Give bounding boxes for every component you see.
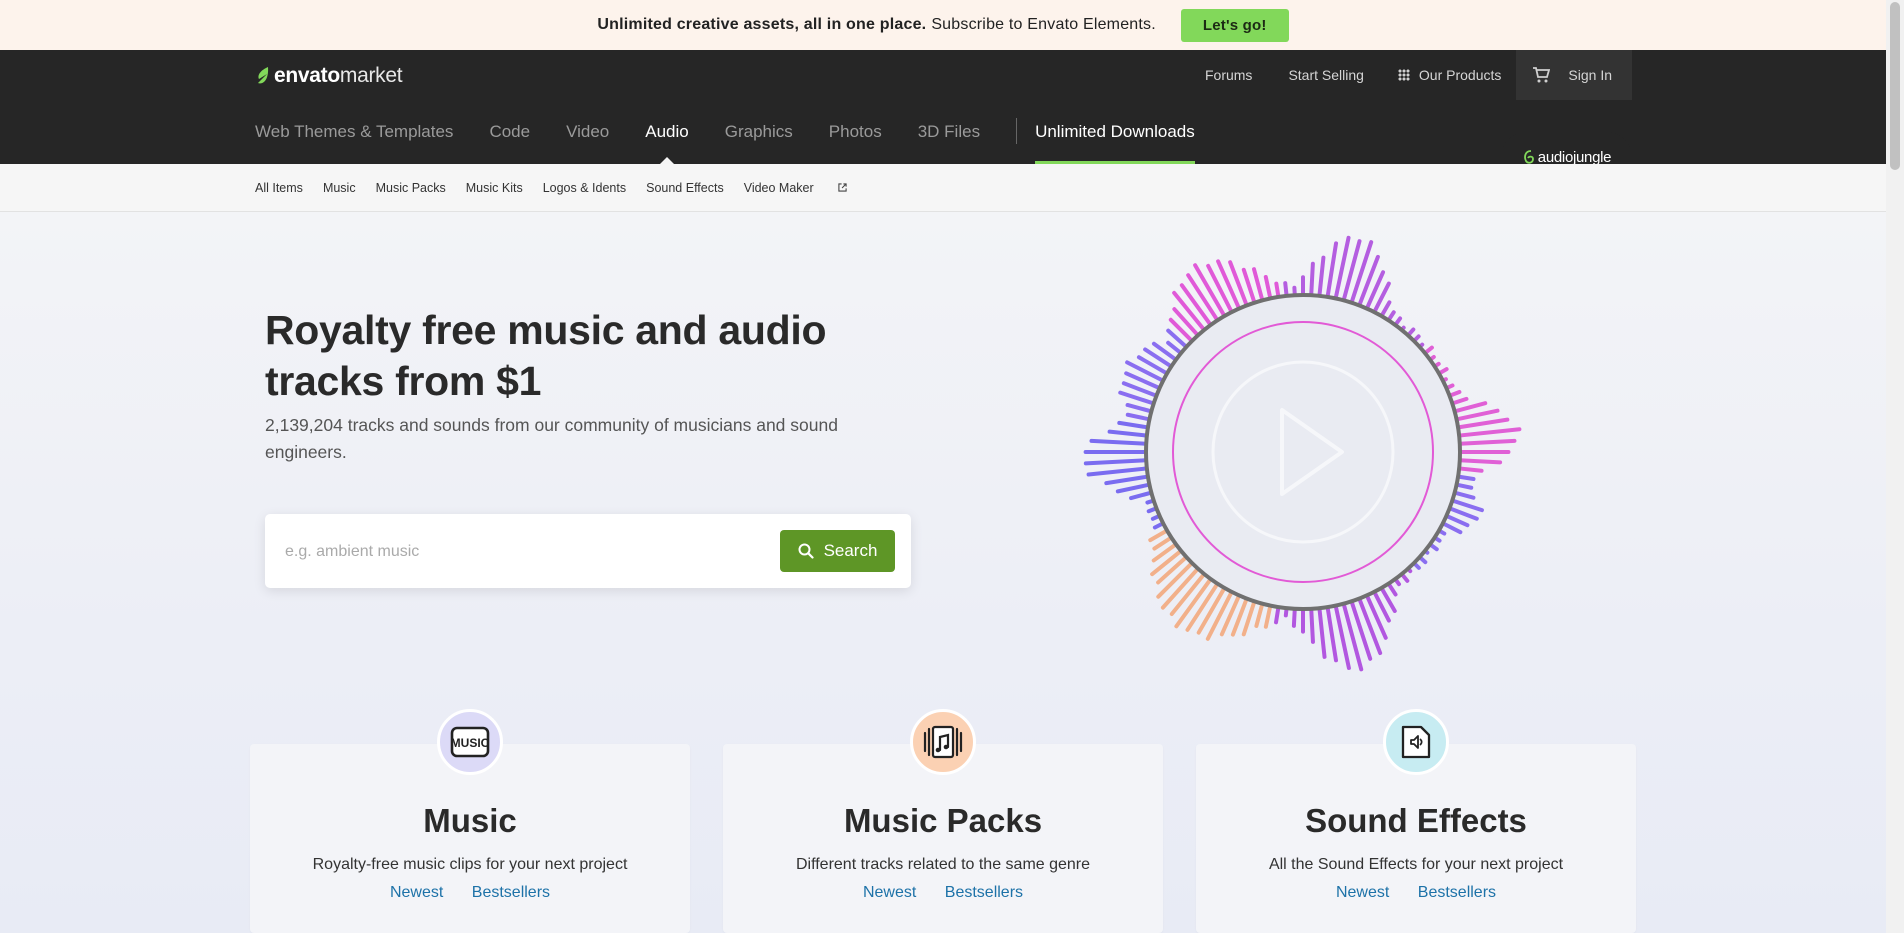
sign-in-label: Sign In <box>1568 67 1612 83</box>
category-video[interactable]: Video <box>566 122 609 164</box>
sound-effects-bestsellers-link[interactable]: Bestsellers <box>1418 884 1496 901</box>
sub-nav: All Items Music Music Packs Music Kits L… <box>0 164 1886 212</box>
promo-banner: Unlimited creative assets, all in one pl… <box>0 0 1886 50</box>
music-newest-link[interactable]: Newest <box>390 884 443 901</box>
sound-effects-newest-link[interactable]: Newest <box>1336 884 1389 901</box>
audiojungle-label: audiojungle <box>1537 148 1612 166</box>
subnav-music[interactable]: Music <box>323 181 356 195</box>
music-card-title: Music <box>423 802 517 839</box>
music-packs-card[interactable]: Music Packs Different tracks related to … <box>723 709 1163 933</box>
promo-bold-text: Unlimited creative assets, all in one pl… <box>597 16 927 33</box>
hero-title: Royalty free music and audio tracks from… <box>265 307 827 404</box>
category-photos[interactable]: Photos <box>829 122 882 164</box>
hero-subtitle: 2,139,204 tracks and sounds from our com… <box>265 415 838 462</box>
logo-envato: envato <box>274 64 340 87</box>
grid-icon <box>1397 69 1410 81</box>
music-bestsellers-link[interactable]: Bestsellers <box>472 884 550 901</box>
top-nav: Forums Start Selling Our Products Sign I… <box>1169 50 1632 100</box>
category-code[interactable]: Code <box>489 122 530 164</box>
svg-text:MUSIC: MUSIC <box>451 736 490 750</box>
sign-in-button[interactable]: Sign In <box>1516 50 1632 100</box>
search-button-label: Search <box>823 541 878 560</box>
scrollbar-thumb[interactable] <box>1890 2 1900 170</box>
subnav-music-kits[interactable]: Music Kits <box>466 181 523 195</box>
waveform-bar <box>1450 427 1522 439</box>
subnav-video-maker[interactable]: Video Maker <box>744 181 847 195</box>
music-card-desc: Royalty-free music clips for your next p… <box>312 856 628 873</box>
music-packs-bestsellers-link[interactable]: Bestsellers <box>945 884 1023 901</box>
video-maker-label: Video Maker <box>743 180 814 195</box>
search-icon <box>798 543 814 559</box>
music-card[interactable]: MUSIC Music Royalty-free music clips for… <box>250 709 690 933</box>
sound-effects-card[interactable]: Sound Effects All the Sound Effects for … <box>1196 709 1636 933</box>
music-pack-icon <box>910 709 976 775</box>
subnav-logos-idents[interactable]: Logos & Idents <box>543 181 626 195</box>
promo-cta-button[interactable]: Let's go! <box>1180 8 1289 42</box>
category-nav: Web Themes & Templates Code Video Audio … <box>255 118 1231 164</box>
sound-effects-card-title: Sound Effects <box>1305 802 1527 839</box>
category-web-themes[interactable]: Web Themes & Templates <box>255 122 453 164</box>
promo-text: Subscribe to Envato Elements. <box>931 16 1156 33</box>
audiojungle-logo-icon <box>1523 150 1534 164</box>
envato-leaf-icon <box>258 67 269 84</box>
waveform-bar <box>1450 438 1517 447</box>
search-button[interactable]: Search <box>780 530 895 572</box>
waveform-bar <box>1089 438 1156 447</box>
music-packs-card-desc: Different tracks related to the same gen… <box>795 856 1091 873</box>
search-input[interactable] <box>283 536 757 568</box>
waveform-bar <box>1083 457 1156 466</box>
cart-icon <box>1533 67 1551 83</box>
unlimited-downloads-link[interactable]: Unlimited Downloads <box>1035 122 1195 164</box>
logo-market: market <box>339 64 403 87</box>
category-audio[interactable]: Audio <box>645 122 688 164</box>
subnav-all-items[interactable]: All Items <box>255 181 303 195</box>
music-packs-newest-link[interactable]: Newest <box>863 884 916 901</box>
category-graphics[interactable]: Graphics <box>725 122 793 164</box>
envato-market-logo[interactable]: envato market <box>255 64 403 88</box>
our-products-label: Our Products <box>1418 67 1502 83</box>
music-packs-card-title: Music Packs <box>843 802 1043 839</box>
external-link-icon <box>838 182 847 192</box>
subnav-sound-effects[interactable]: Sound Effects <box>646 181 724 195</box>
search-box: Search <box>265 514 911 588</box>
sound-effect-icon <box>1383 709 1449 775</box>
start-selling-link[interactable]: Start Selling <box>1288 67 1363 83</box>
nav-divider <box>1016 118 1018 144</box>
forums-link[interactable]: Forums <box>1205 67 1252 83</box>
audio-waveform-visual <box>1083 235 1522 672</box>
waveform-bar <box>1086 465 1156 477</box>
page-scrollbar[interactable] <box>1886 0 1904 933</box>
category-3d-files[interactable]: 3D Files <box>918 122 980 164</box>
our-products-menu[interactable]: Our Products <box>1397 67 1502 83</box>
music-icon: MUSIC <box>437 709 503 775</box>
subnav-music-packs[interactable]: Music Packs <box>376 181 446 195</box>
site-header: envato market Forums Start Selling Our Pr… <box>0 50 1886 182</box>
sound-effects-card-desc: All the Sound Effects for your next proj… <box>1268 856 1564 873</box>
